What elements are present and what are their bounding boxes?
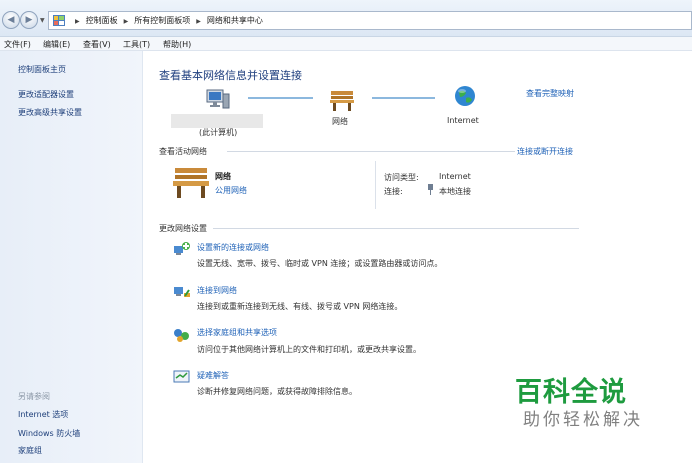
internet-node-label: Internet [447,116,479,125]
active-network-name: 网络 [215,172,231,181]
active-networks-heading: 查看活动网络 [159,147,207,156]
troubleshoot-icon [173,370,190,383]
page-title: 查看基本网络信息并设置连接 [159,69,302,82]
setup-new-connection-link[interactable]: 设置新的连接或网络 [197,242,269,253]
connection-label: 连接: [384,187,403,196]
recent-pages-dropdown-icon[interactable]: ▼ [40,17,45,24]
section-divider [227,151,515,152]
internet-globe-icon[interactable] [454,85,476,107]
homegroup-sharing-link[interactable]: 选择家庭组和共享选项 [197,327,277,338]
breadcrumb-chevron-icon: ▶ [196,18,201,25]
section-divider [213,228,579,229]
this-computer-label: (此计算机) [199,128,238,137]
bench-network-icon[interactable] [173,166,209,198]
map-link-line [372,97,435,99]
task-description: 诊断并修复网络问题，或获得故障排除信息。 [197,387,357,396]
ethernet-plug-icon [428,184,433,195]
breadcrumb-all-items[interactable]: 所有控制面板项 [134,16,190,25]
see-also-heading: 另请参阅 [18,392,50,401]
task-description: 访问位于其他网络计算机上的文件和打印机，或更改共享设置。 [197,345,421,354]
computer-icon [206,89,230,109]
homegroup-icon [174,329,189,342]
connect-to-network-link[interactable]: 连接到网络 [197,285,237,296]
task-description: 设置无线、宽带、拨号、临时或 VPN 连接；或设置路由器或访问点。 [197,259,443,268]
breadcrumb: ▶ 控制面板 ▶ 所有控制面板项 ▶ 网络和共享中心 [69,12,263,29]
sidebar: 控制面板主页 更改适配器设置 更改高级共享设置 另请参阅 Internet 选项… [0,51,143,463]
forward-button[interactable]: ▶ [20,11,38,29]
breadcrumb-network-center[interactable]: 网络和共享中心 [207,16,263,25]
watermark-slogan: 助你轻松解决 [523,410,643,430]
forward-arrow-icon: ▶ [25,15,33,25]
back-button[interactable]: ◀ [2,11,20,29]
sidebar-item-adapter-settings[interactable]: 更改适配器设置 [18,89,74,100]
address-bar-area: ◀ ▶ ▼ ▶ 控制面板 ▶ 所有控制面板项 ▶ 网络和共享中心 [0,0,692,37]
sidebar-control-panel-home[interactable]: 控制面板主页 [18,64,66,75]
sidebar-item-advanced-sharing[interactable]: 更改高级共享设置 [18,107,82,118]
new-connection-icon [174,242,190,255]
access-type-label: 访问类型: [384,173,419,182]
vertical-divider [375,161,376,209]
menu-file[interactable]: 文件(F) [4,39,31,50]
see-also-homegroup[interactable]: 家庭组 [18,445,42,456]
breadcrumb-chevron-icon: ▶ [75,18,80,25]
control-panel-icon [53,15,65,26]
breadcrumb-chevron-icon: ▶ [123,18,129,25]
see-full-map-link[interactable]: 查看完整映射 [526,88,574,99]
map-link-line [248,97,313,99]
menu-bar: 文件(F) 编辑(E) 查看(V) 工具(T) 帮助(H) [0,37,692,51]
bench-network-icon[interactable] [330,89,354,111]
address-field[interactable]: ▶ 控制面板 ▶ 所有控制面板项 ▶ 网络和共享中心 [48,11,692,30]
task-description: 连接到或重新连接到无线、有线、拨号或 VPN 网络连接。 [197,302,403,311]
local-connection-link[interactable]: 本地连接 [439,186,471,197]
see-also-windows-firewall[interactable]: Windows 防火墙 [18,428,80,439]
change-settings-heading: 更改网络设置 [159,224,207,233]
watermark-brand: 百科全说 [515,377,627,408]
access-type-value: Internet [439,172,471,181]
menu-help[interactable]: 帮助(H) [163,39,191,50]
troubleshoot-link[interactable]: 疑难解答 [197,370,229,381]
network-node-label: 网络 [332,117,348,126]
network-type-link[interactable]: 公用网络 [215,185,247,196]
menu-view[interactable]: 查看(V) [83,39,111,50]
menu-edit[interactable]: 编辑(E) [43,39,70,50]
connect-network-icon [174,287,190,297]
redacted-computer-name [171,114,263,128]
breadcrumb-control-panel[interactable]: 控制面板 [86,16,118,25]
back-arrow-icon: ◀ [7,15,15,25]
menu-tools[interactable]: 工具(T) [123,39,150,50]
connect-or-disconnect-link[interactable]: 连接或断开连接 [517,146,573,157]
see-also-internet-options[interactable]: Internet 选项 [18,409,68,420]
